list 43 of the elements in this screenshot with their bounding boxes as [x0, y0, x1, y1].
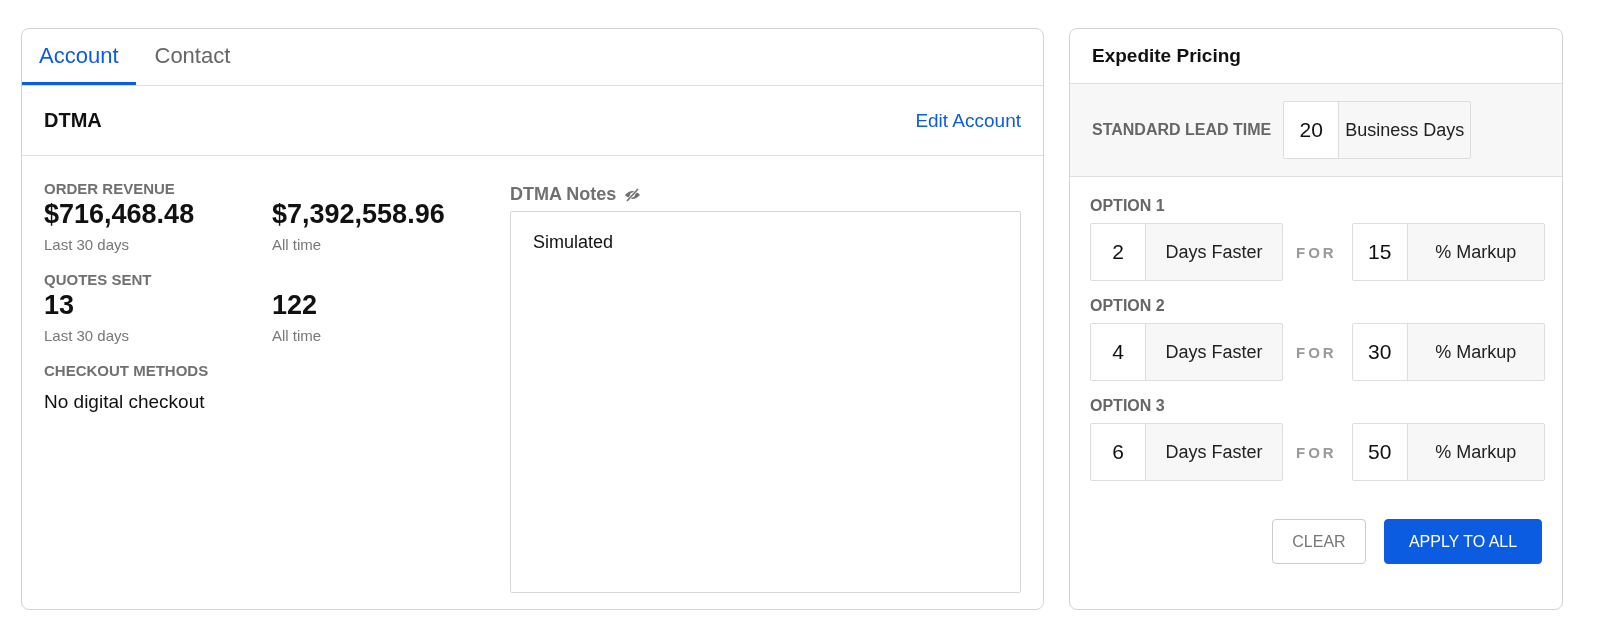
eye-slash-icon	[624, 187, 642, 202]
stat-label: QUOTES SENT	[44, 271, 153, 288]
stat-period: All time	[272, 327, 323, 344]
stat-period: All time	[272, 236, 323, 253]
stat-value: $716,468.48	[44, 199, 196, 230]
option-label: OPTION 3	[1090, 397, 1166, 415]
stat-period: Last 30 days	[44, 327, 131, 344]
notes-field[interactable]: Simulated	[510, 211, 1021, 593]
unit-addon: % Markup	[1434, 340, 1518, 364]
markup-input[interactable]: 30	[1352, 324, 1408, 380]
unit-addon: Business Days	[1344, 118, 1466, 142]
edit-account-link[interactable]: Edit Account	[915, 109, 1021, 132]
card-title: Expedite Pricing	[1092, 45, 1241, 67]
checkout-value: No digital checkout	[44, 391, 206, 413]
option-label: OPTION 2	[1090, 297, 1166, 315]
stat-label: CHECKOUT METHODS	[44, 362, 210, 379]
unit-addon: Days Faster	[1164, 440, 1264, 464]
stat-value: $7,392,558.96	[272, 199, 446, 230]
stat-value: 13	[44, 290, 76, 321]
tab[interactable]: Contact	[137, 29, 248, 85]
unit-addon: Days Faster	[1164, 240, 1264, 264]
option-label: OPTION 1	[1090, 197, 1166, 215]
connector-text: FOR	[1296, 343, 1337, 361]
clear-button[interactable]: CLEAR	[1272, 519, 1366, 564]
unit-addon: % Markup	[1434, 440, 1518, 464]
days-input[interactable]: 2	[1091, 224, 1146, 280]
account-name: DTMA	[44, 109, 102, 132]
lead-time-label: STANDARD LEAD TIME	[1092, 121, 1272, 139]
stat-value: 122	[272, 290, 319, 321]
connector-text: FOR	[1296, 243, 1337, 261]
unit-addon: % Markup	[1434, 240, 1518, 264]
connector-text: FOR	[1296, 443, 1337, 461]
notes-label: DTMA Notes	[510, 184, 617, 205]
lead-time-input[interactable]: 20	[1284, 102, 1340, 158]
stat-period: Last 30 days	[44, 236, 131, 253]
days-input[interactable]: 6	[1091, 424, 1146, 480]
stat-label: ORDER REVENUE	[44, 180, 176, 197]
markup-input[interactable]: 15	[1352, 224, 1408, 280]
days-input[interactable]: 4	[1091, 324, 1146, 380]
apply-button[interactable]: APPLY TO ALL	[1384, 519, 1542, 564]
markup-input[interactable]: 50	[1352, 424, 1408, 480]
unit-addon: Days Faster	[1164, 340, 1264, 364]
tab[interactable]: Account	[22, 29, 136, 85]
